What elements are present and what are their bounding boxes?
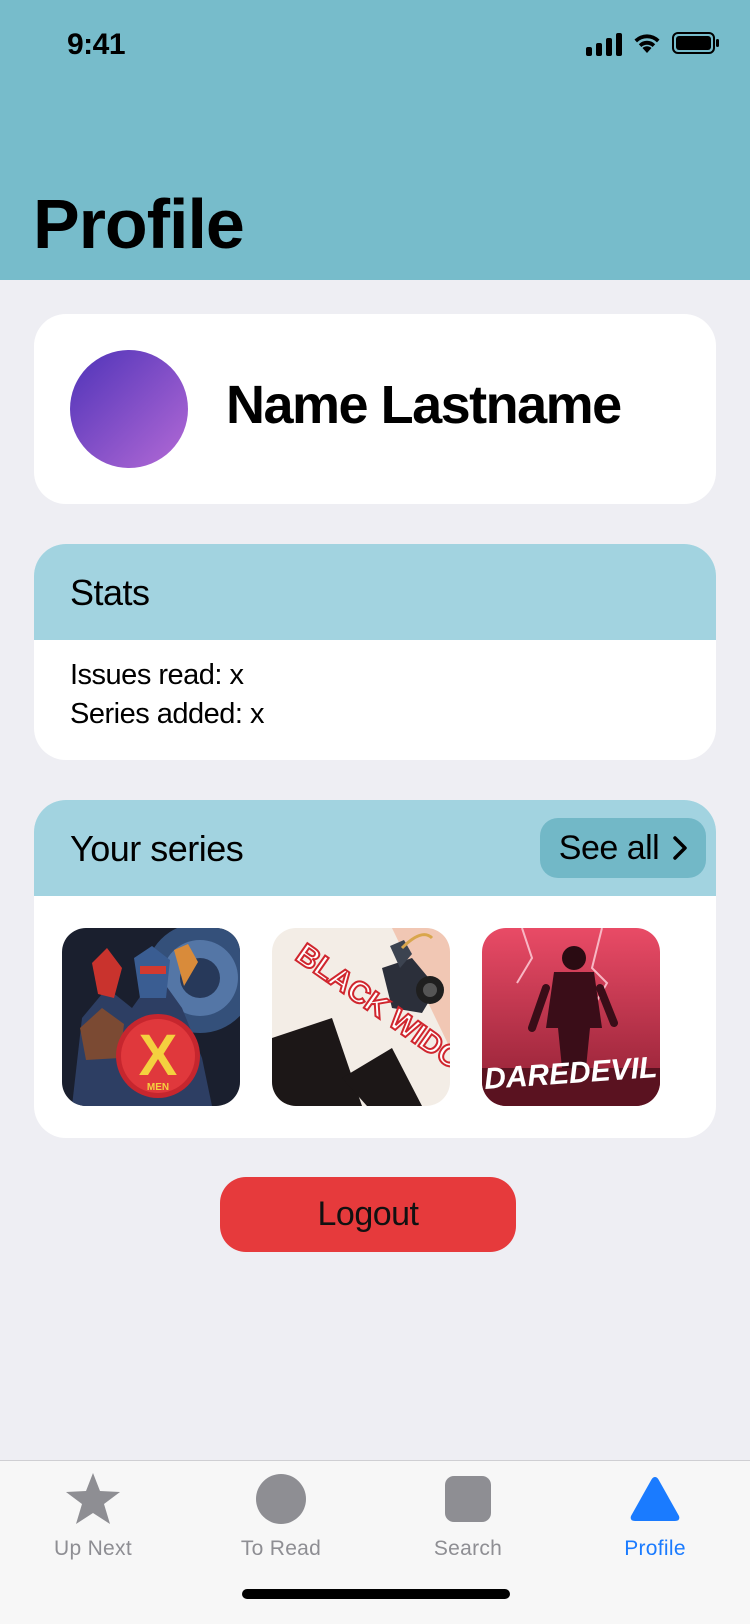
chevron-right-icon <box>673 836 687 860</box>
series-added-stat: Series added: x <box>70 698 265 730</box>
stats-list: Issues read: x Series added: x <box>70 656 265 734</box>
profile-name: Name Lastname <box>226 375 622 435</box>
home-indicator <box>242 1589 510 1599</box>
tab-bar: Up Next To Read Search Profile <box>0 1460 750 1624</box>
stats-header: Stats <box>34 544 716 640</box>
tab-search[interactable]: Search <box>388 1471 548 1571</box>
x-men-sub-text: MEN <box>147 1082 169 1093</box>
profile-card: Name Lastname <box>34 314 716 504</box>
circle-icon <box>255 1473 307 1530</box>
status-icons <box>586 30 720 56</box>
issues-read-stat: Issues read: x <box>70 659 244 691</box>
tab-label-to-read: To Read <box>240 1537 322 1560</box>
signal-icon <box>586 30 622 56</box>
see-all-button[interactable]: See all <box>540 818 706 878</box>
profile-screen: 9:41 Profile Name Lastname Stats Issues … <box>0 0 750 1624</box>
avatar[interactable] <box>70 350 188 468</box>
series-covers: X MEN BLACK WIDOW DAREDEVIL <box>62 928 660 1106</box>
tab-label-profile: Profile <box>624 1537 686 1560</box>
series-cover-black-widow[interactable]: BLACK WIDOW <box>272 928 450 1106</box>
header: 9:41 Profile <box>0 0 750 280</box>
series-card: Your series See all X MEN BLACK WIDOW DA… <box>34 800 716 1138</box>
stats-card: Stats Issues read: x Series added: x <box>34 544 716 760</box>
series-header: Your series See all <box>34 800 716 896</box>
tab-label-search: Search <box>433 1537 503 1560</box>
tab-to-read[interactable]: To Read <box>201 1471 361 1571</box>
battery-icon <box>672 31 720 55</box>
series-cover-daredevil[interactable]: DAREDEVIL <box>482 928 660 1106</box>
tab-profile[interactable]: Profile <box>575 1471 735 1571</box>
triangle-icon <box>629 1475 681 1528</box>
page-title: Profile <box>33 185 245 263</box>
series-title: Your series <box>70 828 244 869</box>
tab-up-next[interactable]: Up Next <box>13 1471 173 1571</box>
square-icon <box>444 1475 492 1528</box>
see-all-label: See all <box>558 828 660 867</box>
logout-button[interactable]: Logout <box>220 1177 516 1252</box>
stats-title: Stats <box>70 572 150 613</box>
wifi-icon <box>632 31 662 55</box>
status-time: 9:41 <box>67 28 126 61</box>
x-men-logo-text: X <box>139 1023 178 1088</box>
tab-label-up-next: Up Next <box>54 1537 132 1560</box>
star-icon <box>64 1471 122 1532</box>
series-cover-x-men[interactable]: X MEN <box>62 928 240 1106</box>
